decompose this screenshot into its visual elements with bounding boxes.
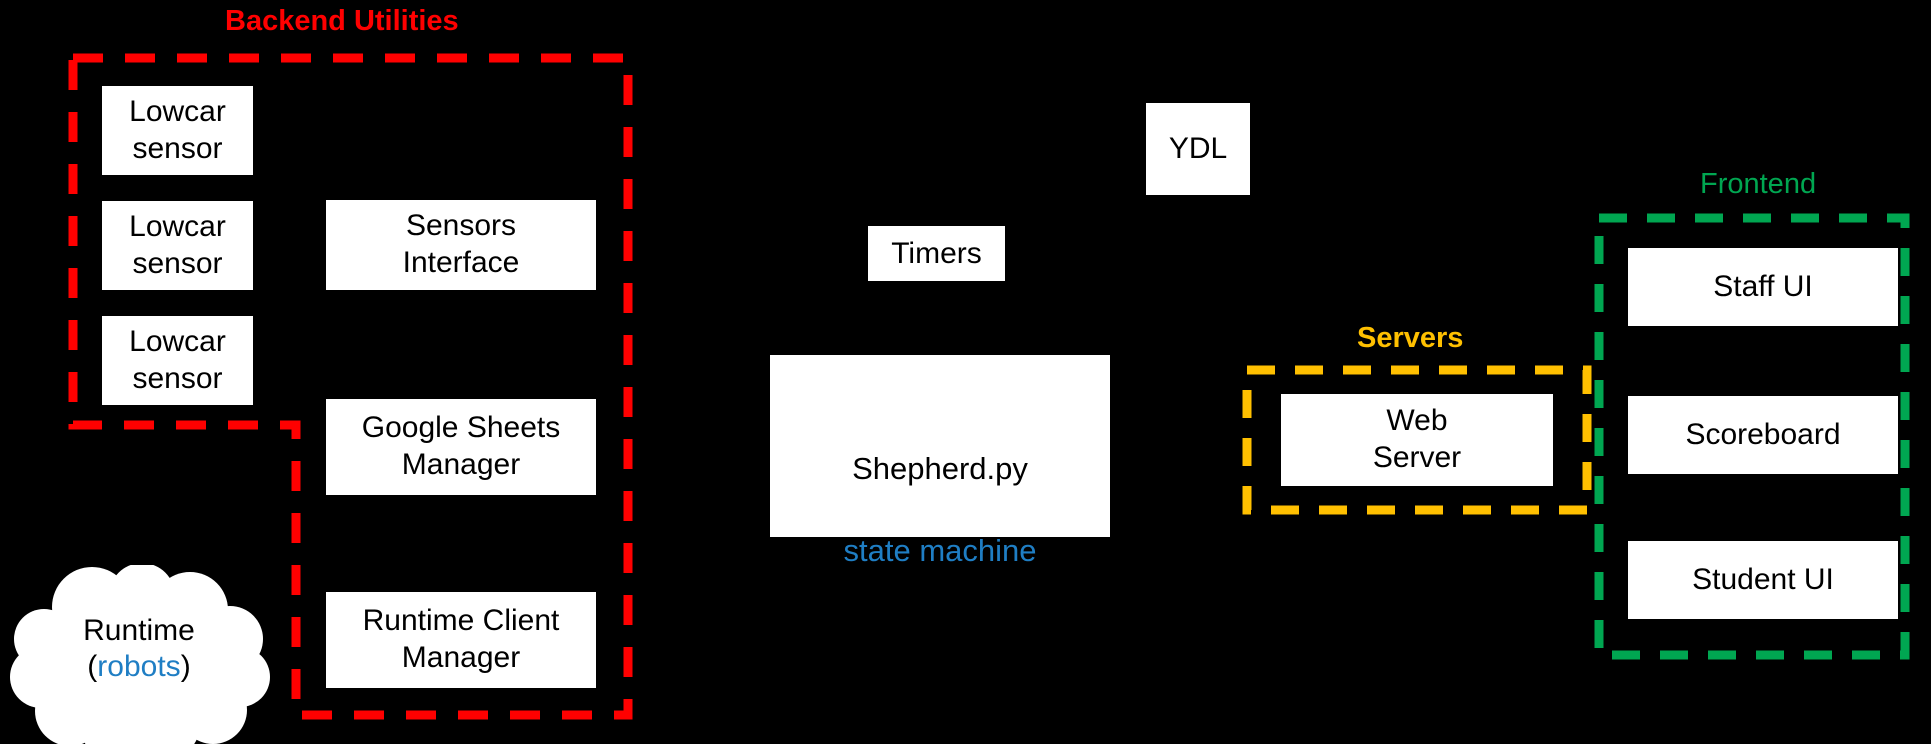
- backend-utilities-label: Backend Utilities: [225, 5, 459, 37]
- node-shepherd[interactable]: Shepherd.py (state machine): [770, 355, 1110, 568]
- shepherd-highlight: state machine: [843, 532, 1037, 568]
- cloud-icon: [10, 565, 270, 744]
- shepherd-paren-open: (: [833, 532, 844, 568]
- node-lowcar-sensor-2[interactable]: Lowcar sensor: [102, 201, 253, 290]
- node-google-sheets-manager[interactable]: Google Sheets Manager: [326, 399, 596, 495]
- frontend-label: Frontend: [1700, 168, 1817, 200]
- architecture-diagram: Backend Utilities Servers Frontend Lowca…: [0, 0, 1931, 744]
- node-ydl[interactable]: YDL: [1146, 103, 1250, 195]
- node-timers[interactable]: Timers: [868, 226, 1005, 281]
- node-student-ui[interactable]: Student UI: [1628, 541, 1898, 619]
- shepherd-paren-close: ): [1036, 532, 1047, 568]
- node-runtime-cloud[interactable]: Runtime (robots): [8, 565, 270, 744]
- node-web-server[interactable]: Web Server: [1281, 394, 1553, 486]
- node-scoreboard[interactable]: Scoreboard: [1628, 396, 1898, 474]
- node-lowcar-sensor-3[interactable]: Lowcar sensor: [102, 316, 253, 405]
- node-sensors-interface[interactable]: Sensors Interface: [326, 200, 596, 290]
- shepherd-line1: Shepherd.py: [852, 450, 1028, 486]
- node-lowcar-sensor-1[interactable]: Lowcar sensor: [102, 86, 253, 175]
- node-runtime-client-manager[interactable]: Runtime Client Manager: [326, 592, 596, 688]
- node-staff-ui[interactable]: Staff UI: [1628, 248, 1898, 326]
- servers-label: Servers: [1357, 322, 1464, 354]
